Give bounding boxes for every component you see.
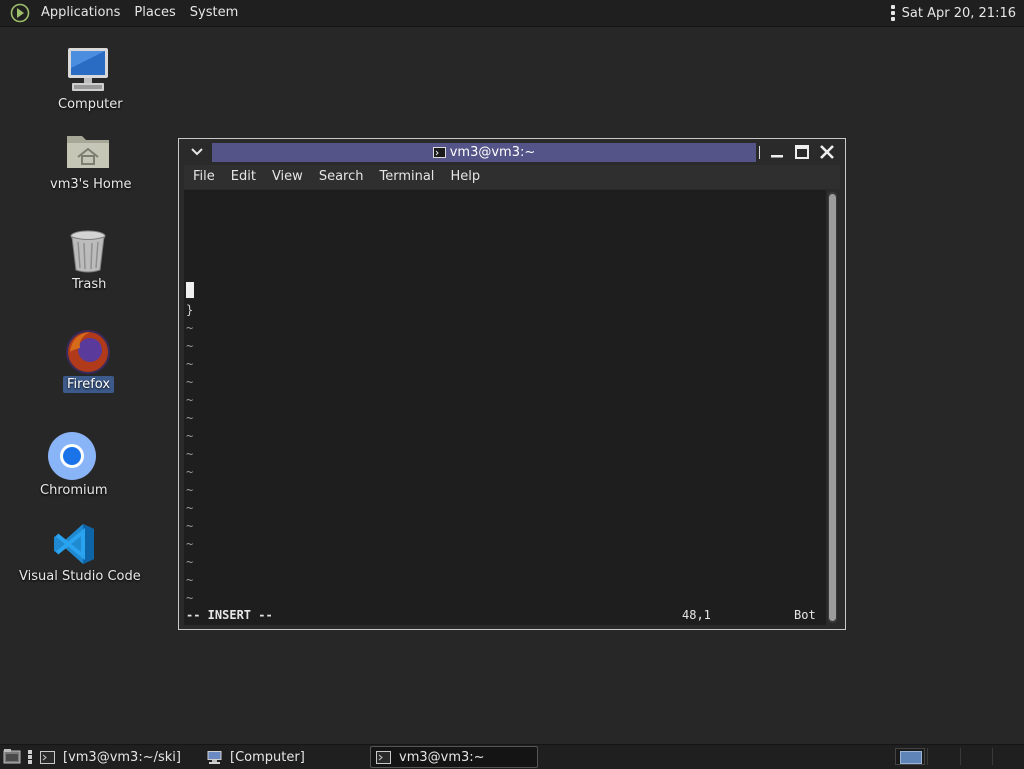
tilde-marker: ~: [186, 375, 194, 389]
terminal-icon: [432, 147, 446, 158]
trash-icon: [70, 230, 106, 273]
panel-handle-icon[interactable]: [890, 5, 895, 21]
home-folder-icon: [67, 136, 109, 168]
terminal-icon: [376, 750, 391, 764]
panel-handle-icon[interactable]: [28, 750, 32, 764]
workspace-2[interactable]: [927, 748, 959, 765]
tilde-marker: ~: [186, 501, 194, 515]
tilde-marker: ~: [186, 447, 194, 461]
taskbar-item-label: [Computer]: [230, 749, 305, 765]
tilde-marker: ~: [186, 555, 194, 569]
desktop-icon-home[interactable]: vm3's Home: [40, 126, 136, 198]
firefox-icon: [66, 330, 110, 374]
desktop-icon-label: Firefox: [63, 376, 115, 393]
text-cursor: [186, 282, 194, 298]
top-right-area: Sat Apr 20, 21:16: [890, 0, 1016, 26]
workspace-1[interactable]: [895, 748, 925, 765]
terminal-menu-file[interactable]: File: [184, 165, 223, 189]
terminal-menu-help[interactable]: Help: [442, 165, 488, 189]
workspace-4[interactable]: [992, 748, 1024, 765]
desktop-icon-label: Computer: [58, 97, 123, 112]
terminal-menu-view[interactable]: View: [264, 165, 311, 189]
maximize-icon[interactable]: [793, 143, 811, 161]
taskbar-item-terminal-active[interactable]: vm3@vm3:~: [370, 746, 538, 768]
menu-applications[interactable]: Applications: [34, 0, 127, 26]
taskbar-item-label: [vm3@vm3:~/ski]: [63, 749, 181, 765]
tilde-marker: ~: [186, 573, 194, 587]
taskbar-item-terminal-ski[interactable]: [vm3@vm3:~/ski]: [40, 746, 202, 768]
window-titlebar[interactable]: vm3@vm3:~: [179, 139, 845, 165]
terminal-menu-terminal[interactable]: Terminal: [371, 165, 442, 189]
terminal-content[interactable]: } ~ ~ ~ ~ ~ ~ ~ ~ ~ ~ ~ ~ ~ ~ ~ ~ -- INSERT -- 48,1 Bot: [184, 190, 826, 625]
window-title-area[interactable]: vm3@vm3:~: [212, 143, 756, 162]
terminal-menubar: File Edit View Search Terminal Help: [184, 165, 840, 189]
computer-icon: [68, 48, 108, 91]
cursor-position: 48,1: [682, 608, 711, 622]
show-desktop-icon[interactable]: [3, 748, 21, 765]
vscode-icon: [54, 524, 94, 564]
desktop-icon-computer[interactable]: Computer: [40, 44, 136, 116]
window-title: vm3@vm3:~: [449, 145, 536, 160]
vim-mode-indicator: -- INSERT --: [186, 608, 273, 622]
top-panel: Applications Places System Sat Apr 20, 2…: [0, 0, 1024, 27]
scrollbar-thumb[interactable]: [829, 194, 836, 621]
tilde-marker: ~: [186, 411, 194, 425]
terminal-icon: [40, 750, 55, 764]
desktop-icon-firefox[interactable]: Firefox: [40, 326, 136, 398]
menu-places[interactable]: Places: [127, 0, 182, 26]
editor-line: }: [186, 303, 194, 317]
desktop-icon-label: vm3's Home: [50, 177, 132, 192]
workspace-3[interactable]: [960, 748, 992, 765]
taskbar-item-computer[interactable]: [Computer]: [207, 746, 367, 768]
terminal-scrollbar[interactable]: [828, 192, 837, 623]
computer-icon: [207, 750, 222, 764]
terminal-menu-search[interactable]: Search: [311, 165, 372, 189]
tilde-marker: ~: [186, 519, 194, 533]
workspace-window-thumb: [900, 751, 922, 764]
desktop-icon-vscode[interactable]: Visual Studio Code: [14, 520, 141, 588]
top-menu-bar: Applications Places System: [0, 0, 245, 26]
tilde-marker: ~: [186, 393, 194, 407]
tilde-marker: ~: [186, 537, 194, 551]
tilde-marker: ~: [186, 357, 194, 371]
clock[interactable]: Sat Apr 20, 21:16: [902, 6, 1016, 21]
window-menu-chevron-icon[interactable]: [185, 143, 209, 161]
tilde-marker: ~: [186, 321, 194, 335]
chromium-icon: [48, 432, 96, 480]
terminal-menu-edit[interactable]: Edit: [223, 165, 264, 189]
tilde-marker: ~: [186, 339, 194, 353]
menu-system[interactable]: System: [183, 0, 245, 26]
desktop-icon-chromium[interactable]: Chromium: [30, 430, 114, 502]
desktop-icon-label: Chromium: [40, 483, 108, 498]
mate-logo-icon[interactable]: [10, 3, 30, 23]
tilde-marker: ~: [186, 429, 194, 443]
tilde-marker: ~: [186, 591, 194, 605]
terminal-window[interactable]: vm3@vm3:~ File Edit View Search Terminal…: [178, 138, 846, 630]
minimize-icon[interactable]: [768, 143, 786, 161]
scroll-position: Bot: [794, 608, 816, 622]
tilde-marker: ~: [186, 465, 194, 479]
desktop-icon-label: Visual Studio Code: [19, 569, 141, 584]
tilde-marker: ~: [186, 483, 194, 497]
desktop-icon-trash[interactable]: Trash: [40, 226, 136, 298]
bottom-panel: [vm3@vm3:~/ski] [Computer] vm3@vm3:~: [0, 744, 1024, 769]
close-icon[interactable]: [818, 143, 836, 161]
desktop-icon-label: Trash: [72, 277, 107, 292]
titlebar-separator: [759, 146, 760, 159]
taskbar-item-label: vm3@vm3:~: [399, 749, 485, 765]
